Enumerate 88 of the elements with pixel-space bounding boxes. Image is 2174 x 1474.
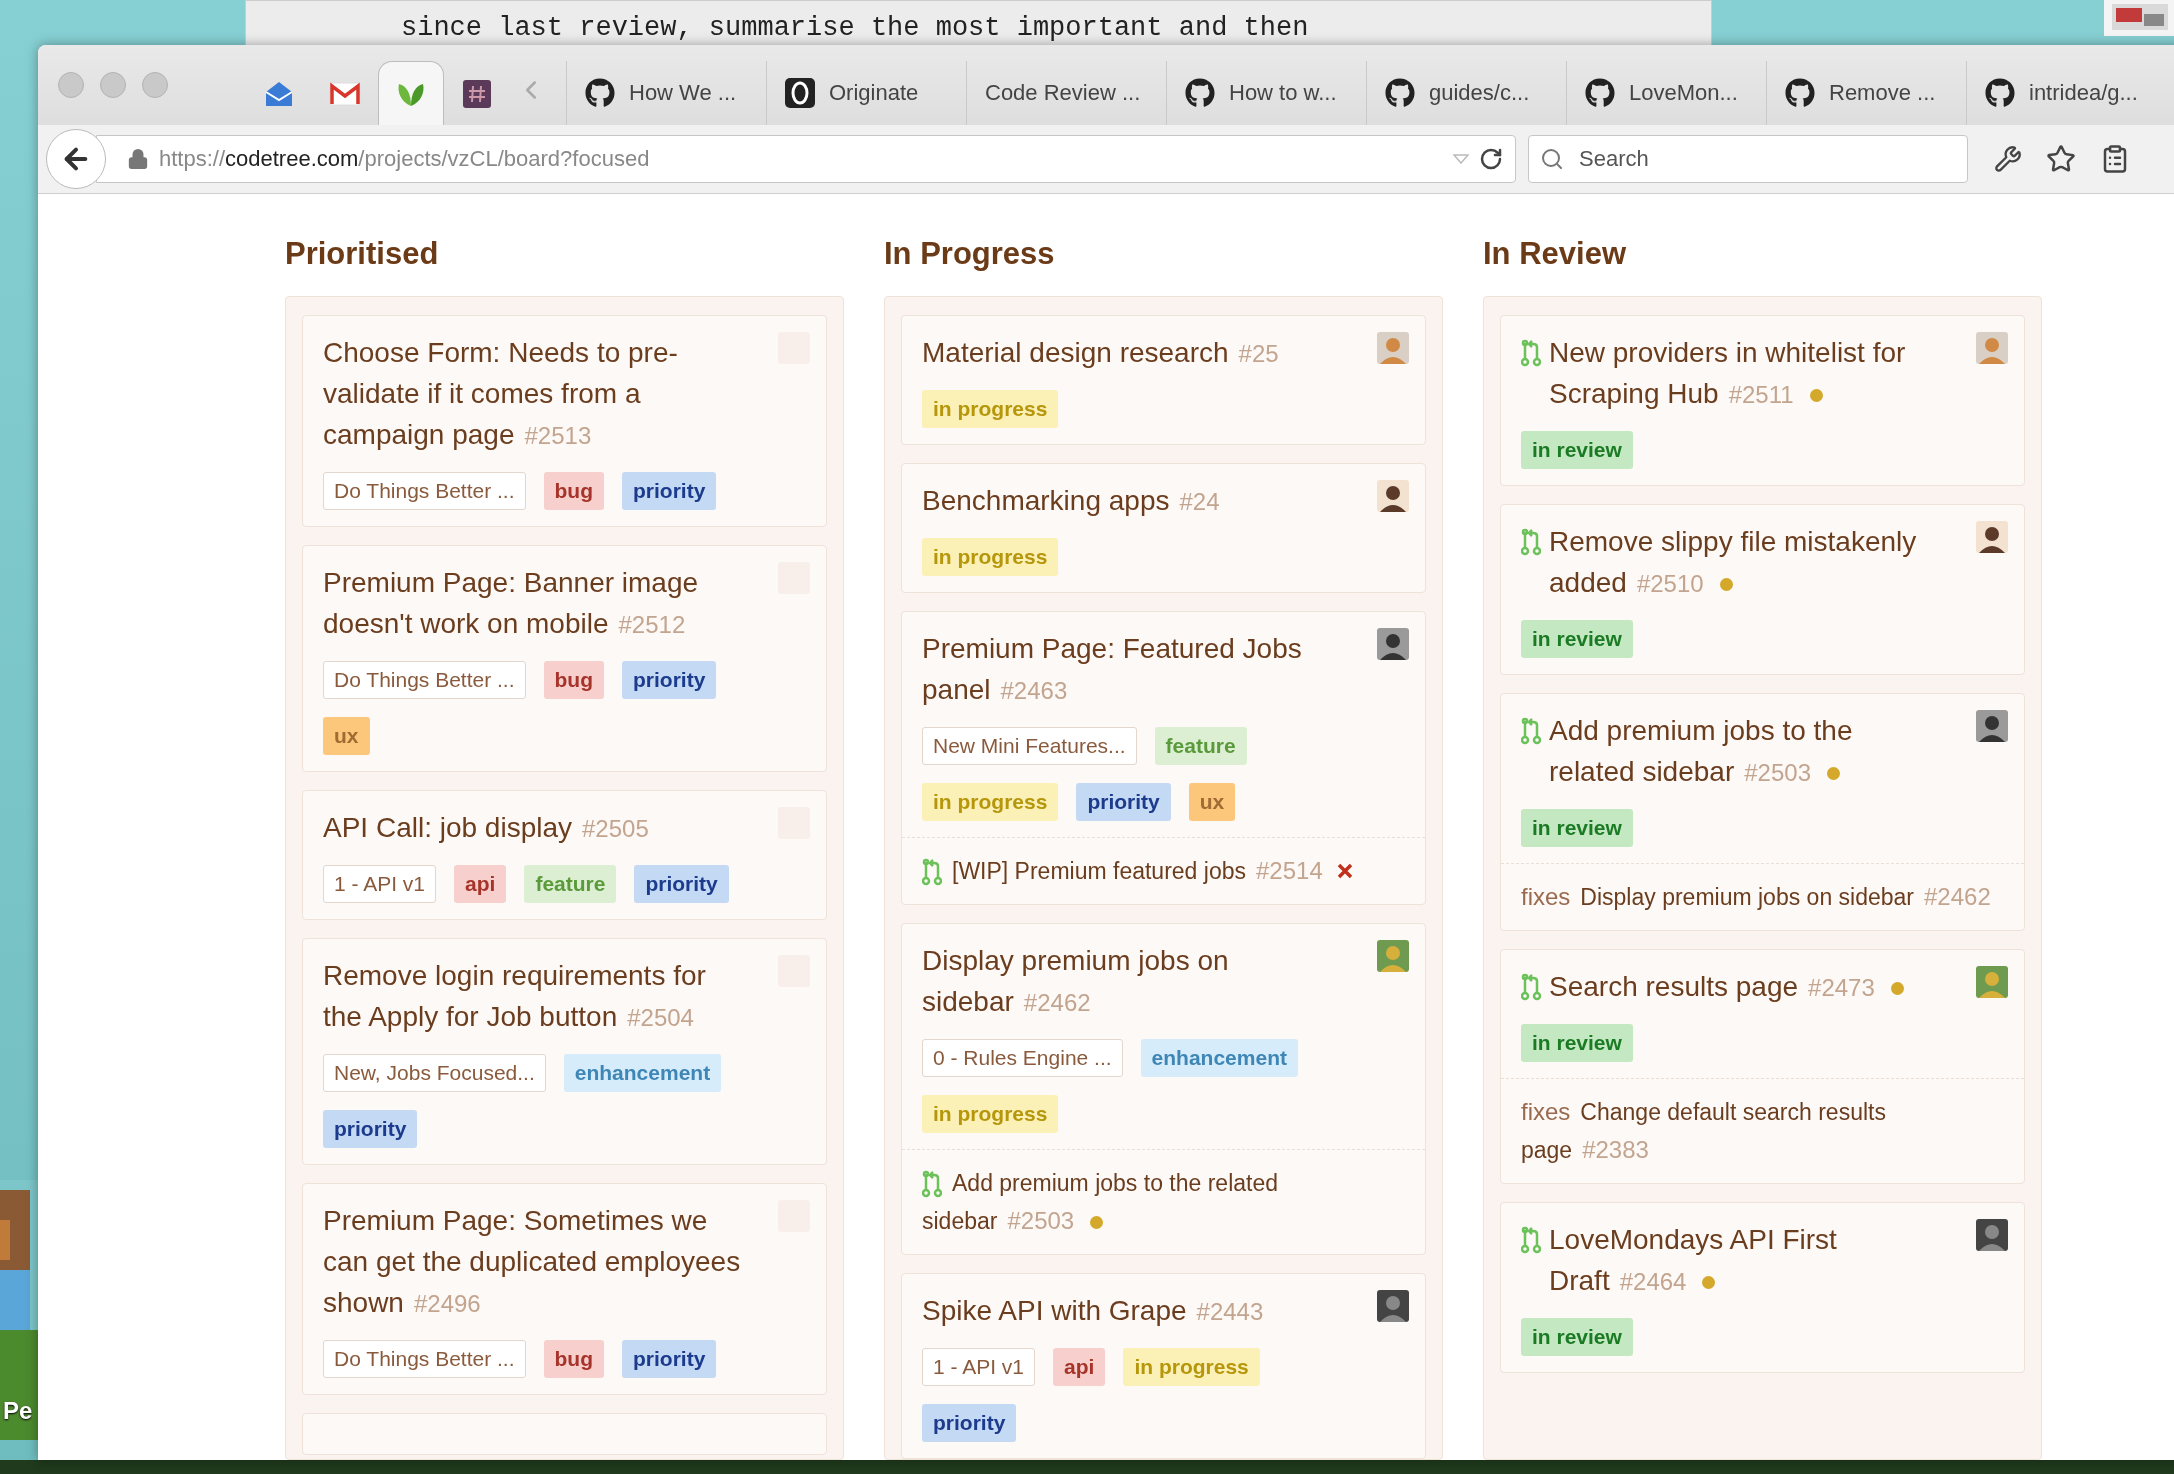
inbox-icon (264, 79, 294, 108)
linked-item[interactable]: [WIP] Premium featured jobs #2514 (922, 852, 1405, 890)
column-title: Prioritised (285, 235, 440, 273)
label-tag[interactable]: bug (543, 472, 604, 510)
card-title: Choose Form: Needs to pre-validate if it comes from a campaign page #2513 (323, 336, 679, 452)
address-field[interactable]: https://codetree.com/projects/vzCL/board?focused (96, 135, 1516, 183)
dropdown-icon[interactable] (1453, 154, 1469, 164)
milestone-tag[interactable]: 1 - API v1 (922, 1348, 1036, 1386)
label-tag[interactable]: priority (622, 472, 717, 510)
desktop-label: Pe (3, 1397, 33, 1425)
card-title: LoveMondays API First Draft #2464 (1549, 1223, 1838, 1298)
card[interactable]: Display premium jobs on sidebar #2462 0 - Rules Engine ... enhancement in progress Add premium jobs to the related sidebar #2503 (901, 923, 1426, 1255)
pull-request-icon (922, 858, 942, 886)
github-icon (1185, 78, 1215, 108)
label-tag[interactable]: in review (1521, 1024, 1633, 1062)
github-icon (1785, 78, 1815, 108)
column-title: In Review (1483, 235, 1627, 273)
search-icon (1540, 147, 1564, 171)
card[interactable]: Premium Page: Sometimes we can get the duplicated employees shown #2496 Do Things Better ... bug priority (302, 1183, 827, 1395)
card[interactable]: New providers in whitelist for Scraping Hub #2511 in review (1500, 315, 2025, 486)
milestone-tag[interactable]: Do Things Better ... (323, 472, 526, 510)
card-title: Premium Page: Sometimes we can get the duplicated employees shown #2496 (323, 1204, 742, 1320)
milestone-tag[interactable]: Do Things Better ... (323, 1340, 526, 1378)
milestone-tag[interactable]: Do Things Better ... (323, 661, 526, 699)
card[interactable]: Choose Form: Needs to pre-validate if it comes from a campaign page #2513 Do Things Better ... bug priority (302, 315, 827, 527)
github-icon (1585, 78, 1615, 108)
card[interactable]: Spike API with Grape #2443 1 - API v1 api in progress priority (901, 1273, 1426, 1459)
card-title: Material design research #25 (922, 336, 1280, 370)
milestone-tag[interactable]: 0 - Rules Engine ... (922, 1039, 1123, 1077)
card[interactable]: Search results page #2473 in review fixes Change default search results page #2383 (1500, 949, 2025, 1184)
reload-icon[interactable] (1479, 147, 1503, 171)
card-title: Spike API with Grape #2443 (922, 1294, 1265, 1328)
card[interactable]: Material design research #25 in progress (901, 315, 1426, 445)
label-tag[interactable]: priority (622, 1340, 717, 1378)
label-tag[interactable]: bug (543, 1340, 604, 1378)
card-title: Search results page #2473 (1549, 966, 1944, 1008)
card[interactable]: Benchmarking apps #24 in progress (901, 463, 1426, 593)
pull-request-icon (1521, 973, 1541, 1001)
card[interactable]: Remove slippy file mistakenly added #2510 in review (1500, 504, 2025, 675)
terminal-text: since last review, summarise the most important and then (401, 13, 1309, 43)
search-field[interactable]: Search (1528, 135, 1968, 183)
mail-icon (329, 81, 361, 106)
card[interactable]: API Call: job display #2505 1 - API v1 api feature priority (302, 790, 827, 920)
card-title: Add premium jobs to the related sidebar #2503 (1549, 714, 1854, 789)
card-title: Premium Page: Featured Jobs panel #2463 (922, 632, 1303, 707)
milestone-tag[interactable]: New, Jobs Focused... (323, 1054, 546, 1092)
card-title: Benchmarking apps #24 (922, 484, 1221, 518)
column-title: In Progress (884, 235, 1056, 273)
github-icon (1985, 78, 2015, 108)
card-title: New providers in whitelist for Scraping Hub #2511 (1549, 336, 1907, 411)
lock-icon (127, 148, 149, 170)
pinned-tab[interactable] (378, 61, 444, 125)
card-title: Premium Page: Banner image doesn't work on mobile #2512 (323, 566, 700, 641)
card[interactable]: Add premium jobs to the related sidebar #2503 in review fixes Display premium jobs on sidebar #2462 (1500, 693, 2025, 931)
label-tag[interactable]: in review (1521, 809, 1633, 847)
label-tag[interactable]: in review (1521, 620, 1633, 658)
label-tag[interactable]: priority (634, 865, 729, 903)
pull-request-icon (1521, 339, 1541, 367)
label-tag[interactable]: priority (1076, 783, 1171, 821)
linked-item[interactable]: fixes Change default search results page #2383 (1521, 1093, 2004, 1169)
hash-icon (463, 79, 491, 108)
github-icon (1385, 78, 1415, 108)
card[interactable]: Premium Page: Banner image doesn't work on mobile #2512 Do Things Better ... bug priority ux (302, 545, 827, 772)
card[interactable]: LoveMondays API First Draft #2464 in review (1500, 1202, 2025, 1373)
card[interactable]: Premium Page: Featured Jobs panel #2463 New Mini Features... feature in progress priority ux [WIP] Premium featured jobs #2514 (901, 611, 1426, 905)
label-tag[interactable]: in review (1521, 1318, 1633, 1356)
label-tag[interactable]: priority (922, 1404, 1017, 1442)
milestone-tag[interactable]: 1 - API v1 (323, 865, 437, 903)
label-tag[interactable]: api (454, 865, 507, 903)
linked-item[interactable]: fixes Display premium jobs on sidebar #2462 (1521, 878, 2004, 916)
card-title: API Call: job display #2505 (323, 811, 650, 845)
label-tag[interactable]: bug (543, 661, 604, 699)
github-icon (585, 78, 615, 108)
milestone-tag[interactable]: New Mini Features... (922, 727, 1137, 765)
label-tag[interactable]: priority (323, 1110, 418, 1148)
label-tag[interactable]: priority (622, 661, 717, 699)
pull-request-icon (1521, 1226, 1541, 1254)
card[interactable]: Remove login requirements for the Apply for Job button #2504 New, Jobs Focused... enhancement priority (302, 938, 827, 1165)
pull-request-icon (1521, 717, 1541, 745)
pull-request-icon (922, 1170, 942, 1198)
card-title: Remove slippy file mistakenly added #2510 (1549, 525, 1918, 600)
pull-request-icon (1521, 528, 1541, 556)
card-title: Display premium jobs on sidebar #2462 (922, 944, 1230, 1019)
ring-icon (785, 78, 815, 108)
label-tag[interactable]: api (1053, 1348, 1106, 1386)
linked-item[interactable]: Add premium jobs to the related sidebar #2503 (922, 1164, 1405, 1240)
label-tag[interactable]: in review (1521, 431, 1633, 469)
card-title: Remove login requirements for the Apply for Job button #2504 (323, 959, 707, 1034)
